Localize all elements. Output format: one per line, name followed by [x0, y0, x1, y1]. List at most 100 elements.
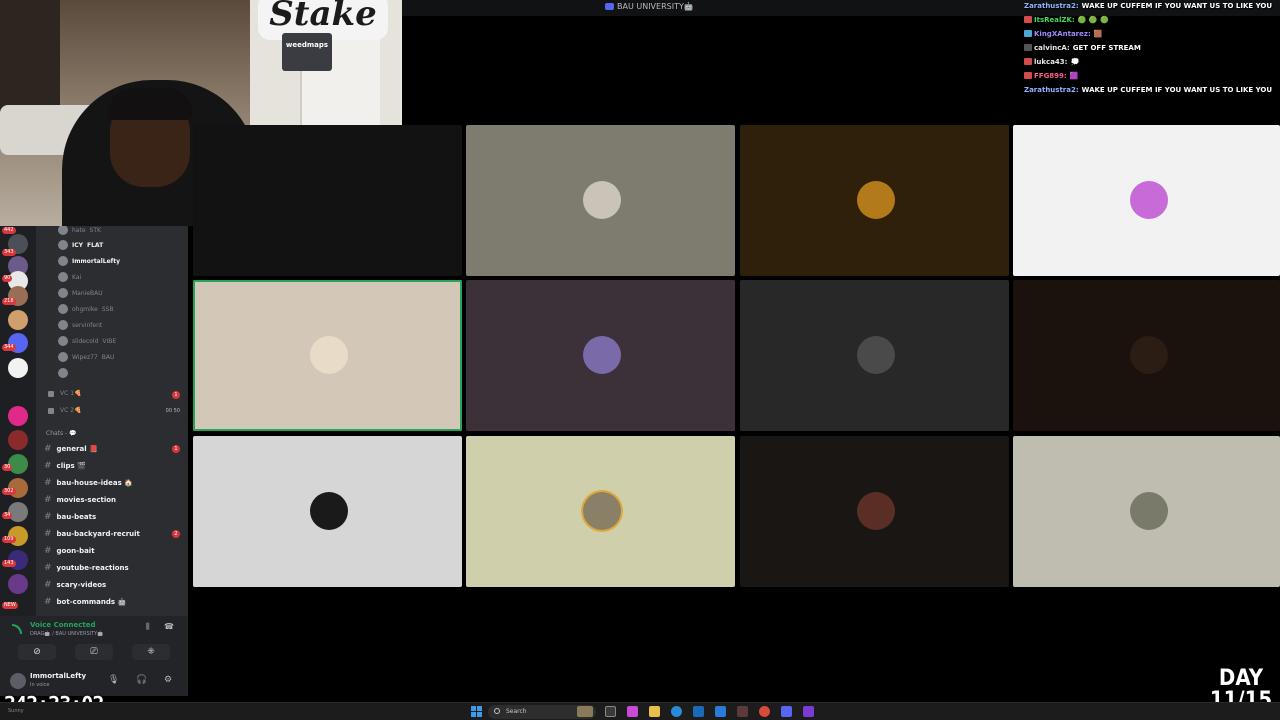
participant-tile[interactable]	[193, 280, 462, 431]
voice-member[interactable]: hate STK	[58, 226, 101, 237]
windows-start-icon[interactable]	[471, 706, 482, 717]
voice-member[interactable]	[58, 366, 68, 380]
signal-icon[interactable]	[12, 624, 22, 634]
unread-badge: 1	[172, 391, 180, 399]
server-badge: 143	[2, 560, 16, 567]
channel-movies-section[interactable]: # movies-section	[44, 492, 116, 507]
server-badge: 34	[2, 512, 13, 519]
app-icon[interactable]	[627, 706, 638, 717]
voice-member[interactable]: ohgmike SSB	[58, 302, 113, 316]
channel-general[interactable]: # general 📕	[44, 441, 98, 456]
voice-panel: Voice Connected DRAG🤖 / BAU UNIVERSITY🤖 …	[0, 616, 188, 666]
unread-badge: 2	[172, 530, 180, 538]
channel-bau-backyard-recruit[interactable]: # bau-backyard-recruit	[44, 526, 140, 541]
camera-off-button[interactable]: ⊘	[18, 644, 56, 660]
window-title-text: BAU UNIVERSITY🤖	[617, 2, 694, 11]
screen-share-button[interactable]: ⎚	[75, 644, 113, 660]
member-tag: VIBE	[102, 337, 117, 345]
avatar	[58, 240, 68, 250]
member-name: slidecold	[72, 337, 99, 345]
channel-goon-bait[interactable]: # goon-bait	[44, 543, 95, 558]
channel-scary-videos[interactable]: # scary-videos	[44, 577, 106, 592]
server-icon[interactable]	[8, 310, 28, 330]
weather-widget[interactable]: Sunny	[8, 708, 24, 714]
channel-bot-commands[interactable]: # bot-commands 🤖	[44, 594, 126, 609]
avatar	[58, 320, 68, 330]
server-icon[interactable]	[8, 430, 28, 450]
file-explorer-icon[interactable]	[649, 706, 660, 717]
avatar	[583, 181, 621, 219]
channel-youtube-reactions[interactable]: # youtube-reactions	[44, 560, 129, 575]
hash-icon: #	[44, 545, 52, 556]
server-badge: 30	[2, 464, 13, 471]
edge-icon[interactable]	[671, 706, 682, 717]
participant-tile[interactable]	[740, 125, 1009, 276]
headphones-icon[interactable]: 🎧	[136, 675, 147, 685]
server-icon[interactable]	[8, 406, 28, 426]
voice-channel[interactable]: VC 1🍕	[48, 390, 82, 397]
participant-tile[interactable]	[1013, 280, 1280, 431]
chat-text: 🟪	[1069, 72, 1079, 80]
hash-icon: #	[44, 460, 52, 471]
noise-suppression-icon[interactable]: ⫼	[146, 622, 150, 632]
member-name: ICY	[72, 241, 83, 249]
chat-username: calvincA:	[1034, 44, 1070, 52]
member-tag: BAU	[101, 353, 115, 361]
server-icon[interactable]	[8, 454, 28, 474]
voice-member[interactable]: slidecold VIBE	[58, 334, 116, 348]
widget-icon[interactable]	[577, 706, 593, 717]
chrome-icon[interactable]	[759, 706, 770, 717]
member-name: ManieBAU	[72, 289, 103, 297]
server-icon[interactable]	[8, 358, 28, 378]
participant-tile[interactable]	[1013, 125, 1280, 276]
server-icon[interactable]	[8, 502, 28, 522]
participant-tile[interactable]	[1013, 436, 1280, 587]
channel-label: bau-beats	[56, 512, 97, 521]
gear-icon[interactable]: ⚙	[164, 675, 172, 685]
sponsor-sign: weedmaps	[282, 33, 332, 71]
voice-member[interactable]: servinfent	[58, 318, 102, 332]
hash-icon: #	[44, 596, 52, 607]
participant-tile[interactable]	[466, 125, 735, 276]
voice-member[interactable]: Kai	[58, 270, 81, 284]
voice-member[interactable]: ImmortalLefty	[58, 254, 120, 268]
participant-tile[interactable]	[740, 280, 1009, 431]
badge-icon	[1024, 44, 1032, 51]
microphone-icon[interactable]: 🎙	[108, 675, 119, 685]
voice-location[interactable]: DRAG🤖 / BAU UNIVERSITY🤖	[30, 631, 103, 637]
twitch-icon[interactable]	[803, 706, 814, 717]
channel-label: scary-videos	[56, 580, 107, 589]
disconnect-icon[interactable]: ☎	[164, 622, 174, 631]
server-badge: 343	[2, 249, 16, 256]
channel-bau-house-ideas[interactable]: # bau-house-ideas 🏠	[44, 475, 133, 490]
discord-icon[interactable]	[781, 706, 792, 717]
avatar	[310, 492, 348, 530]
avatar	[58, 368, 68, 378]
voice-member[interactable]: ICY FLAT	[58, 238, 103, 252]
voice-channel[interactable]: VC 2🍕	[48, 407, 82, 414]
activities-button[interactable]: ⁜	[132, 644, 170, 660]
channel-clips[interactable]: # clips 🎬	[44, 458, 86, 473]
category-chats[interactable]: Chats - 💬	[46, 430, 77, 437]
stream-screen: BAU UNIVERSITY🤖 Stake weedmaps 442 343 9…	[0, 0, 1280, 720]
participant-tile[interactable]	[466, 436, 735, 587]
server-icon[interactable]	[8, 574, 28, 594]
participant-tile[interactable]	[193, 436, 462, 587]
voice-member[interactable]: Wipez77 BAU	[58, 350, 114, 364]
voice-member[interactable]: ManieBAU	[58, 286, 103, 300]
task-view-icon[interactable]	[605, 706, 616, 717]
mail-icon[interactable]	[715, 706, 726, 717]
avatar[interactable]	[10, 673, 26, 689]
avatar	[310, 336, 348, 374]
member-name: ImmortalLefty	[72, 257, 121, 265]
participant-tile[interactable]	[193, 125, 462, 276]
channel-bau-beats[interactable]: # bau-beats	[44, 509, 96, 524]
chat-text: WAKE UP CUFFEM IF YOU WANT US TO LIKE YO…	[1081, 2, 1273, 10]
store-icon[interactable]	[693, 706, 704, 717]
participant-tile[interactable]	[740, 436, 1009, 587]
chat-message: ItsRealZK: 🟢 🟢 🟢	[1024, 16, 1109, 24]
app-icon[interactable]	[737, 706, 748, 717]
username[interactable]: ImmortalLefty	[30, 672, 86, 680]
participant-tile[interactable]	[466, 280, 735, 431]
member-tag: STK	[89, 226, 101, 234]
